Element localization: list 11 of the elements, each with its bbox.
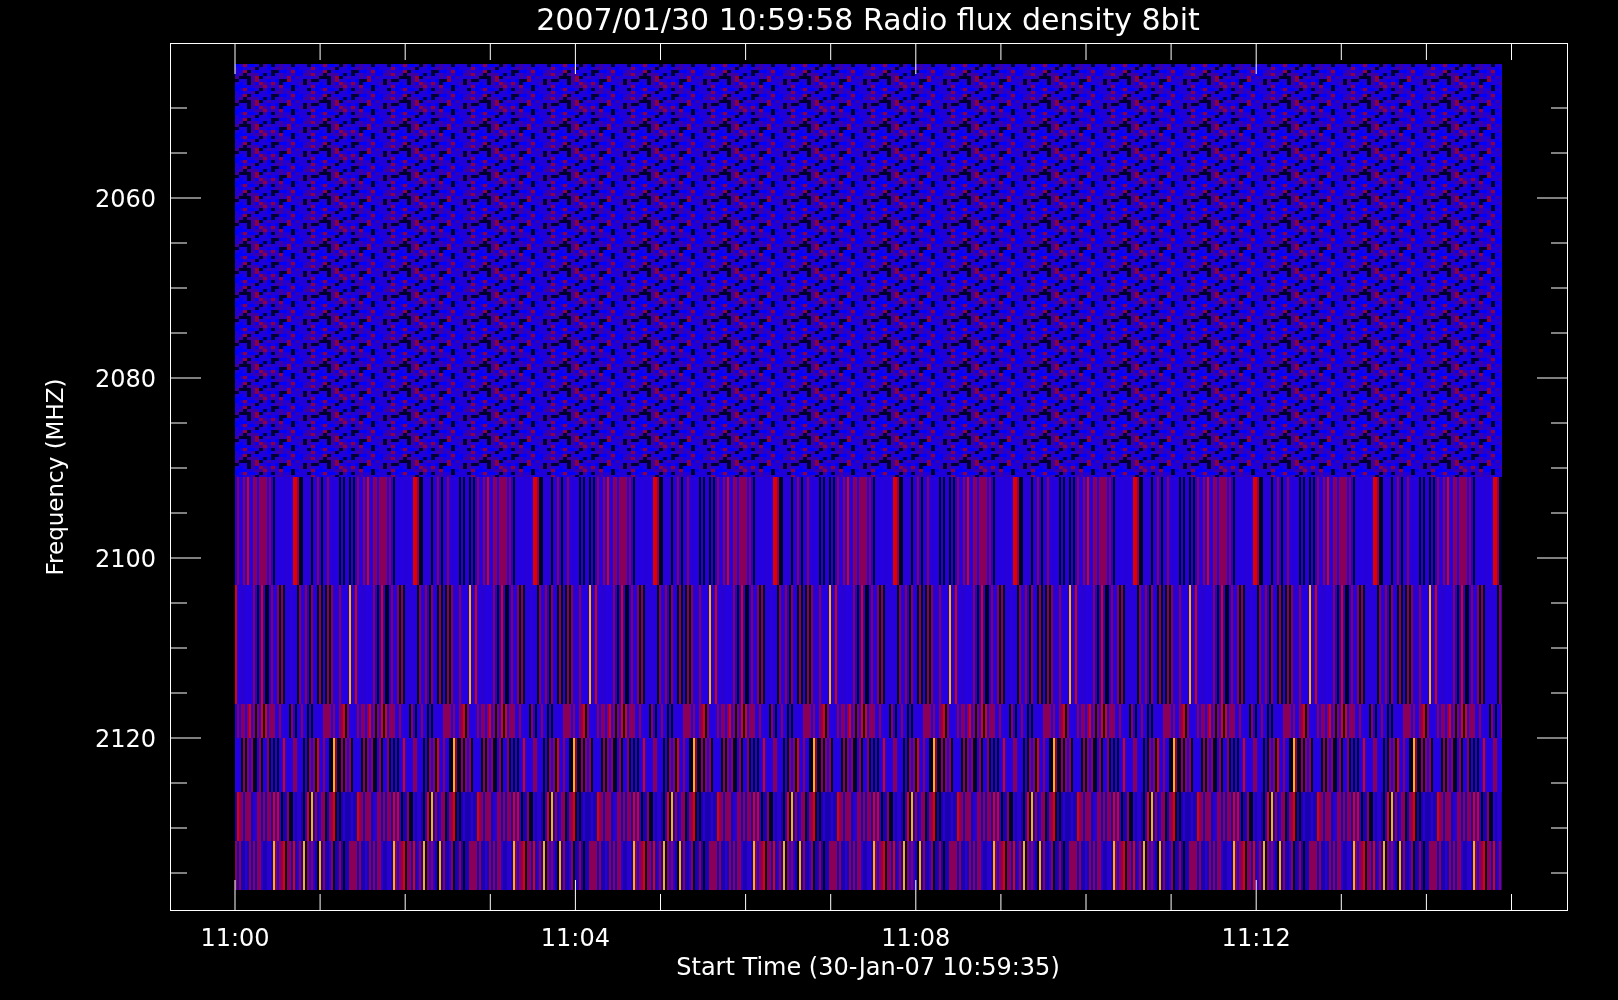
x-tick-label: 11:00: [200, 924, 270, 952]
x-tick-label: 11:04: [540, 924, 610, 952]
chart-title: 2007/01/30 10:59:58 Radio flux density 8bit: [536, 2, 1200, 37]
y-tick-label: 2120: [94, 725, 156, 753]
x-axis-label: Start Time (30-Jan-07 10:59:35): [676, 953, 1060, 981]
y-tick-label: 2080: [94, 365, 156, 393]
y-axis-label: Frequency (MHZ): [42, 378, 68, 576]
x-tick-label: 11:08: [881, 924, 951, 952]
y-tick-label: 2060: [94, 185, 156, 213]
y-tick-label: 2100: [94, 545, 156, 573]
x-tick-label: 11:12: [1221, 924, 1291, 952]
